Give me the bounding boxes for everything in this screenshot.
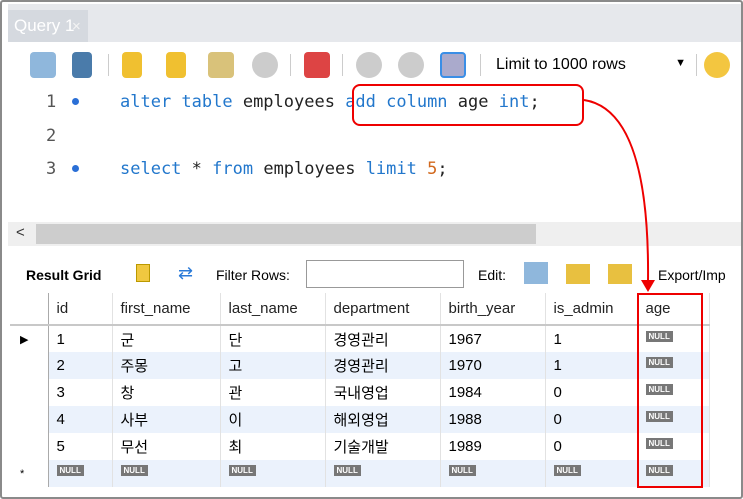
annotation-arrow (583, 99, 655, 292)
